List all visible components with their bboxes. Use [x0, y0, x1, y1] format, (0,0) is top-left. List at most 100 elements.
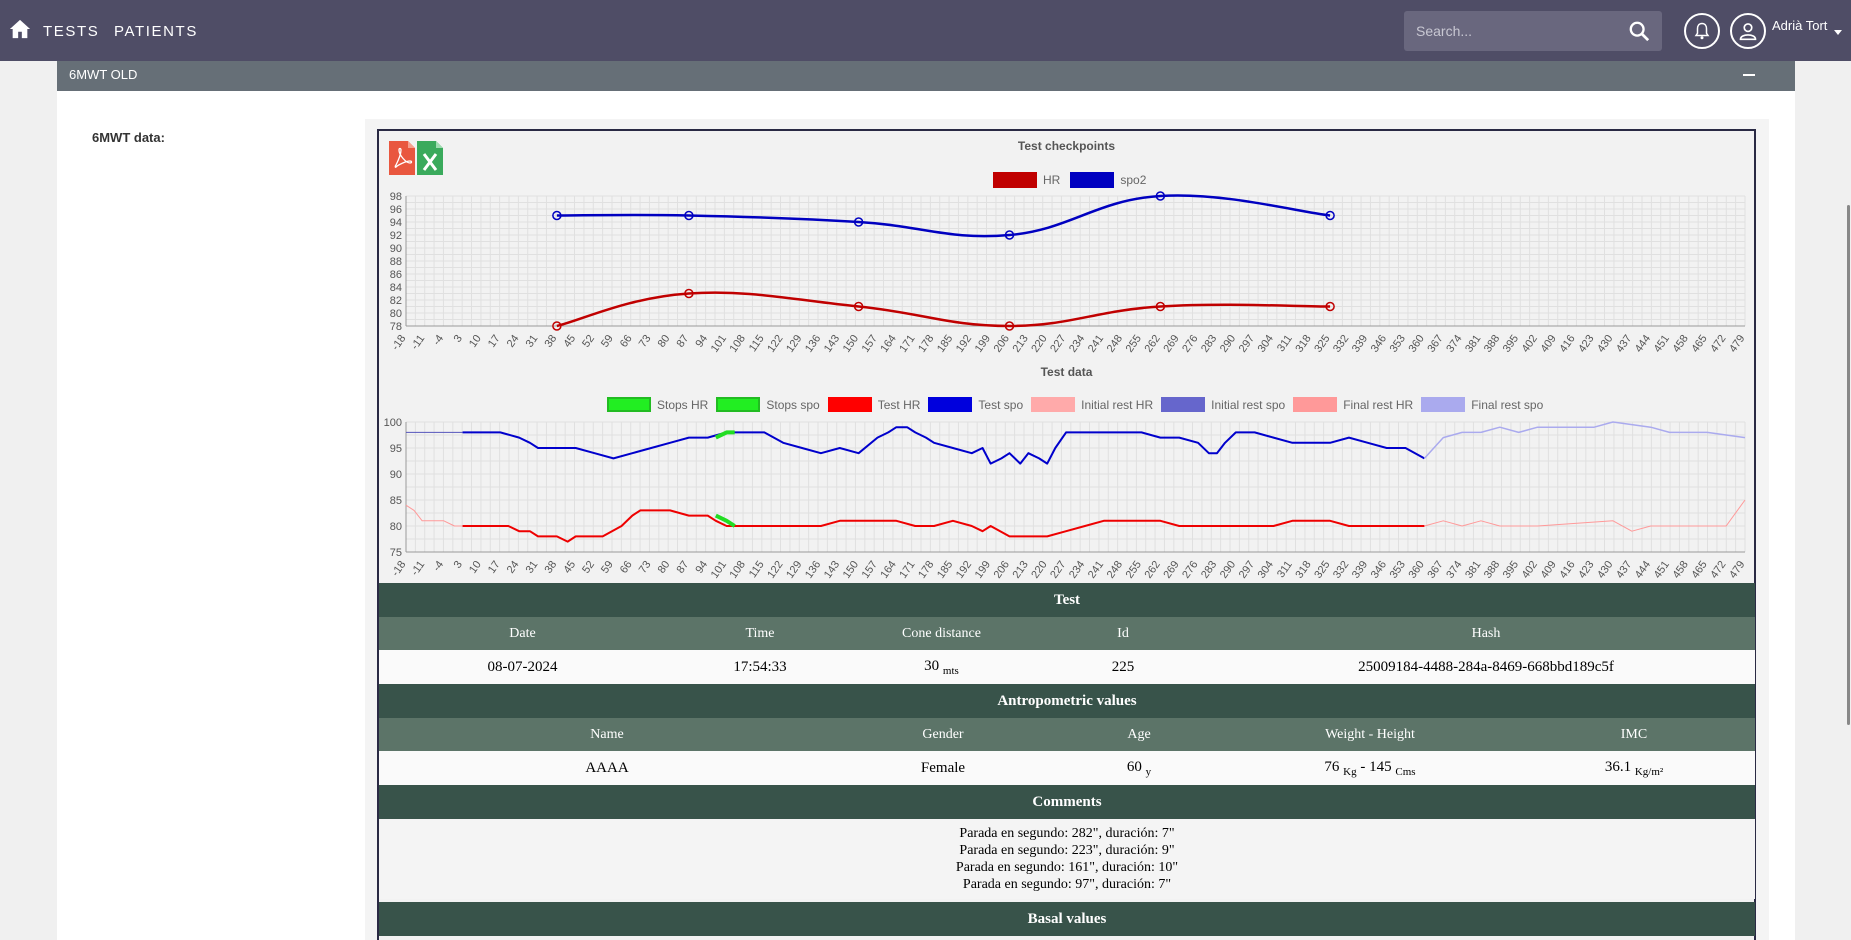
test-section-title: Test — [1053, 591, 1081, 608]
test-chart-title: Test data — [1040, 365, 1093, 379]
y-tick-label: 100 — [384, 417, 402, 429]
panel-title: 6MWT OLD — [69, 67, 138, 82]
x-tick-label: 248 — [1105, 333, 1125, 355]
x-tick-label: 227 — [1048, 559, 1068, 581]
x-tick-label: 157 — [860, 333, 880, 355]
x-tick-label: 269 — [1161, 333, 1181, 355]
cone-distance-value: 30 — [924, 657, 940, 674]
x-tick-label: 122 — [765, 333, 785, 355]
checkpoint-legend: HR spo2 — [993, 172, 1146, 188]
col-time: Time — [745, 625, 775, 641]
x-tick-label: 346 — [1369, 559, 1389, 581]
x-tick-label: 115 — [747, 559, 767, 580]
x-tick-label: 115 — [747, 333, 767, 354]
x-tick-label: 458 — [1671, 559, 1691, 581]
y-tick-label: 94 — [390, 217, 402, 229]
search-icon[interactable] — [1628, 20, 1650, 42]
panel-header: 6MWT OLD — [57, 61, 1795, 91]
y-tick-label: 90 — [390, 469, 402, 481]
test-section-header: Test — [379, 583, 1755, 617]
scrollbar-thumb[interactable] — [1847, 205, 1850, 725]
antro-header-row: Name Gender Age Weight - Height IMC — [379, 718, 1755, 751]
x-tick-label: 213 — [1010, 333, 1030, 355]
x-tick-label: 353 — [1388, 559, 1408, 581]
x-tick-label: 136 — [803, 333, 823, 355]
legend-label: Test HR — [877, 397, 921, 412]
legend-label: Stops HR — [657, 397, 709, 412]
x-tick-label: 416 — [1557, 559, 1577, 581]
antropometric-table: Antropometric values Name Gender Age Wei… — [379, 684, 1755, 785]
age-cell: 60 y — [1051, 751, 1227, 785]
x-tick-label: 38 — [542, 559, 559, 576]
nav-tests[interactable]: TESTS — [43, 23, 99, 40]
y-tick-label: 80 — [390, 308, 402, 320]
nav-patients[interactable]: PATIENTS — [114, 23, 198, 40]
x-tick-label: 269 — [1161, 559, 1181, 581]
x-tick-label: 206 — [992, 559, 1012, 581]
x-tick-label: 171 — [897, 559, 917, 581]
cone-unit: mts — [942, 664, 959, 677]
notifications-button[interactable] — [1684, 13, 1720, 49]
x-tick-label: 108 — [728, 559, 748, 581]
home-icon[interactable] — [9, 18, 31, 40]
test-header-row: Date Time Cone distance Id Hash — [379, 617, 1755, 650]
x-tick-label: 80 — [656, 333, 673, 350]
test-chart-legend: Stops HR Stops spo Test HR Test spo Initial … — [607, 397, 1551, 412]
x-tick-label: 24 — [505, 559, 522, 576]
series-line — [462, 426, 1425, 465]
x-tick-label: -18 — [390, 559, 409, 579]
x-tick-label: 472 — [1708, 333, 1728, 355]
x-tick-label: 367 — [1425, 333, 1445, 355]
comments-section-title: Comments — [1032, 793, 1102, 810]
x-tick-label: 31 — [524, 559, 541, 576]
x-tick-label: 3 — [452, 559, 465, 571]
x-tick-label: 290 — [1218, 559, 1238, 581]
legend-label: Test spo — [978, 397, 1024, 412]
x-tick-label: 311 — [1275, 559, 1295, 580]
x-tick-label: 52 — [580, 559, 597, 576]
legend-hr-swatch — [993, 172, 1037, 188]
x-tick-label: 395 — [1501, 559, 1521, 581]
user-avatar[interactable] — [1730, 13, 1766, 49]
comments-table: Comments Parada en segundo: 282", duraci… — [379, 785, 1755, 899]
legend-hr-label: HR — [1043, 173, 1061, 187]
chevron-down-icon[interactable] — [1834, 30, 1842, 35]
y-tick-label: 85 — [390, 495, 402, 507]
x-tick-label: -11 — [409, 559, 427, 578]
search-input[interactable] — [1404, 11, 1604, 51]
table-row: AAAA Female 60 y 76 Kg - 145 Cms 36.1 Kg… — [379, 751, 1755, 785]
x-tick-label: 304 — [1256, 559, 1276, 581]
legend-swatch — [928, 397, 973, 412]
x-tick-label: -4 — [431, 333, 446, 348]
x-tick-label: 430 — [1595, 333, 1615, 355]
search-box — [1404, 11, 1662, 51]
x-tick-label: 423 — [1576, 559, 1596, 581]
col-gender: Gender — [922, 726, 964, 742]
x-tick-label: 437 — [1614, 559, 1634, 581]
x-tick-label: 38 — [542, 333, 559, 350]
y-tick-label: 88 — [390, 256, 402, 268]
x-tick-label: 360 — [1406, 559, 1426, 581]
user-name[interactable]: Adrià Tort — [1772, 18, 1827, 33]
basal-section-header: Basal values — [379, 902, 1755, 936]
x-tick-label: 451 — [1652, 559, 1672, 581]
x-tick-label: 10 — [467, 333, 484, 350]
checkpoint-chart-title: Test checkpoints — [1017, 139, 1116, 153]
legend-label: Initial rest spo — [1211, 397, 1286, 412]
x-tick-label: 465 — [1689, 333, 1709, 355]
legend-swatch — [607, 397, 651, 412]
x-tick-label: 311 — [1275, 333, 1295, 354]
collapse-icon[interactable] — [1743, 74, 1755, 76]
x-tick-label: 17 — [486, 333, 503, 350]
x-tick-label: 199 — [973, 333, 993, 355]
x-tick-label: 31 — [524, 333, 541, 350]
x-tick-label: 143 — [822, 333, 842, 355]
comments-section-header: Comments — [379, 785, 1755, 819]
x-tick-label: 213 — [1010, 559, 1030, 581]
x-tick-label: 87 — [674, 559, 691, 576]
x-tick-label: 353 — [1388, 333, 1408, 355]
x-tick-label: 402 — [1520, 333, 1540, 355]
basal-section-title: Basal values — [1027, 910, 1107, 927]
x-tick-label: 255 — [1124, 559, 1144, 581]
x-tick-label: 164 — [878, 559, 898, 581]
